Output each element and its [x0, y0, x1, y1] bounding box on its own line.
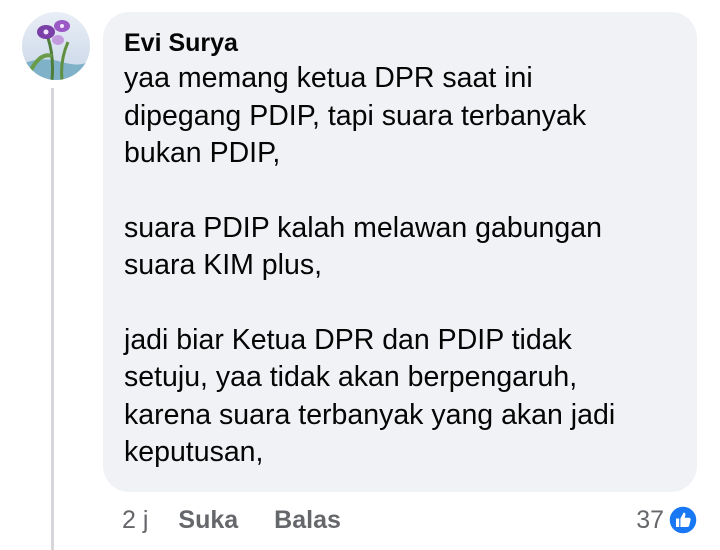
- like-thumb-icon: [668, 505, 698, 535]
- comment-line: keputusan,: [124, 436, 264, 468]
- reaction-count: 37: [636, 505, 664, 534]
- reaction-summary[interactable]: 37: [636, 500, 698, 540]
- comment-paragraph: jadi biar Ketua DPR dan PDIP tidak setuj…: [124, 322, 677, 472]
- comment-paragraph: yaa memang ketua DPR saat ini dipegang P…: [124, 60, 677, 173]
- comment-line: bukan PDIP,: [124, 137, 281, 169]
- comment-bubble: Evi Surya yaa memang ketua DPR saat ini …: [103, 12, 697, 492]
- like-button[interactable]: Suka: [178, 506, 238, 535]
- comment-line: dipegang PDIP, tapi suara terbanyak: [124, 99, 587, 132]
- profile-photo-icon: [22, 12, 90, 80]
- avatar[interactable]: [22, 12, 90, 80]
- comment-line: suara PDIP kalah melawan gabungan: [124, 211, 602, 244]
- reply-button[interactable]: Balas: [274, 506, 341, 535]
- comment-author-name[interactable]: Evi Surya: [124, 26, 677, 60]
- comment-thread: Evi Surya yaa memang ketua DPR saat ini …: [0, 0, 720, 550]
- comment-line: suara KIM plus,: [124, 249, 322, 281]
- comment-line: yaa memang ketua DPR saat ini: [124, 62, 533, 94]
- comment-actions: 2 j Suka Balas: [122, 500, 341, 540]
- comment-line: setuju, yaa tidak akan berpengaruh,: [124, 361, 578, 393]
- comment-paragraph: suara PDIP kalah melawan gabungan suara …: [124, 210, 677, 285]
- thread-connector-line: [51, 88, 54, 550]
- comment-timestamp[interactable]: 2 j: [122, 506, 148, 535]
- comment-line: karena suara terbanyak yang akan jadi: [124, 398, 616, 431]
- comment-line: jadi biar Ketua DPR dan PDIP tidak: [124, 323, 572, 356]
